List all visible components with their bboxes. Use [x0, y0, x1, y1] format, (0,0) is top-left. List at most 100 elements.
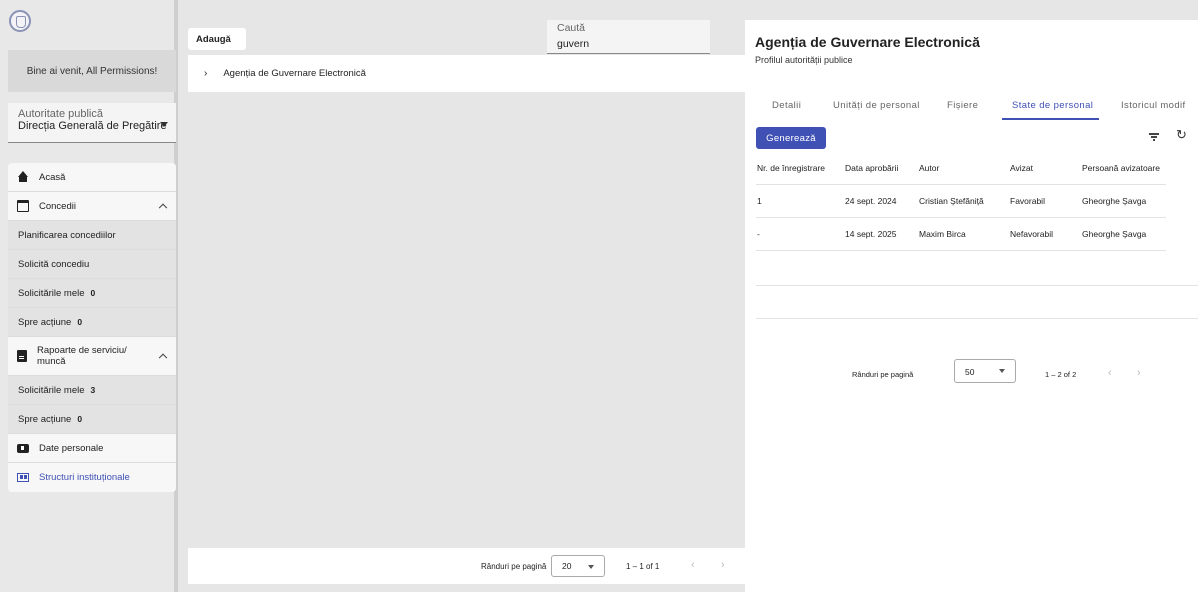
- chevron-left-icon[interactable]: ‹: [1108, 367, 1112, 379]
- tab-files[interactable]: Fișiere: [947, 100, 978, 111]
- table-cell: 14 sept. 2025: [845, 229, 897, 239]
- welcome-message: Bine ai venit, All Permissions!: [8, 50, 176, 92]
- page-range: 1 – 1 of 1: [626, 562, 660, 571]
- tab-personnel-units[interactable]: Unități de personal: [833, 100, 920, 111]
- search-input[interactable]: [557, 38, 697, 50]
- chevron-right-icon[interactable]: ›: [204, 68, 207, 79]
- count-badge: 3: [90, 385, 96, 395]
- tree-item-label: Agenția de Guvernare Electronică: [223, 68, 366, 79]
- app-root: Bine ai venit, All Permissions! Autorita…: [0, 0, 1198, 592]
- tree-item[interactable]: › Agenția de Guvernare Electronică: [188, 55, 745, 92]
- chevron-left-icon[interactable]: ‹: [691, 559, 695, 571]
- generate-button[interactable]: Generează: [756, 127, 826, 149]
- detail-panel: Agenția de Guvernare Electronică Profilu…: [745, 20, 1198, 592]
- id-card-icon: [17, 443, 29, 453]
- sidebar-item-label: Solicitările mele: [18, 384, 85, 396]
- count-badge: 0: [77, 317, 83, 327]
- table-row[interactable]: 1 24 sept. 2024 Cristian Ștefăniță Favor…: [756, 185, 1166, 218]
- table-header: Nr. de înregistrare Data aprobării Autor…: [756, 151, 1166, 185]
- table-cell: Gheorghe Șavga: [1082, 229, 1147, 239]
- org-structure-icon: [17, 473, 29, 482]
- sidebar-item-label: Planificarea concediilor: [18, 229, 116, 241]
- refresh-icon[interactable]: ↻: [1176, 128, 1188, 141]
- add-button[interactable]: Adaugă: [188, 28, 246, 50]
- chevron-right-icon[interactable]: ›: [1137, 367, 1141, 379]
- rows-per-page-value: 50: [965, 367, 975, 377]
- chevron-up-icon: [158, 203, 168, 213]
- table-empty-row: [756, 251, 1198, 286]
- filter-icon[interactable]: [1149, 133, 1159, 141]
- authority-select[interactable]: Autoritate publică Direcția Generală de …: [8, 103, 176, 143]
- sidebar-item-leave[interactable]: Concedii: [8, 192, 176, 221]
- table-cell: Gheorghe Șavga: [1082, 196, 1147, 206]
- sidebar-item-to-action[interactable]: Spre acțiune 0: [8, 308, 176, 337]
- chevron-right-icon[interactable]: ›: [721, 559, 725, 571]
- sidebar-item-home[interactable]: Acasă: [8, 163, 176, 192]
- sidebar-item-reports-my-requests[interactable]: Solicitările mele 3: [8, 376, 176, 405]
- tab-details[interactable]: Detalii: [772, 100, 801, 111]
- sidebar-item-label: Rapoarte de serviciu/ muncă: [37, 345, 127, 367]
- dropdown-arrow-icon: [160, 122, 168, 127]
- sidebar-item-label: Structuri instituționale: [39, 472, 130, 483]
- table-cell: Favorabil: [1010, 196, 1045, 206]
- active-tab-indicator: [1002, 118, 1099, 120]
- tab-change-history[interactable]: Istoricul modif: [1121, 100, 1186, 111]
- rows-per-page-label: Rânduri pe pagină: [852, 370, 914, 379]
- sidebar-item-structures[interactable]: Structuri instituționale: [8, 463, 176, 492]
- sidebar-item-label: Acasă: [39, 171, 66, 183]
- count-badge: 0: [77, 414, 83, 424]
- sidebar-item-label: Spre acțiune: [18, 413, 72, 425]
- search-field[interactable]: Caută: [547, 20, 710, 54]
- sidebar-item-label: Solicită concediu: [18, 258, 90, 270]
- sidebar-item-label: Date personale: [39, 442, 104, 454]
- sidebar-item-label: Spre acțiune: [18, 316, 72, 328]
- page-subtitle: Profilul autorității publice: [755, 55, 853, 65]
- table-empty-row: [756, 286, 1198, 319]
- table-cell: 24 sept. 2024: [845, 196, 897, 206]
- document-icon: [17, 350, 27, 362]
- dropdown-arrow-icon: [588, 565, 594, 569]
- sidebar-item-leave-request[interactable]: Solicită concediu: [8, 250, 176, 279]
- middle-toolbar: Adaugă Caută: [188, 20, 710, 54]
- column-header[interactable]: Persoană avizatoare: [1082, 163, 1160, 173]
- sidebar-item-label: Concedii: [39, 200, 76, 212]
- table-cell: Cristian Ștefăniță: [919, 196, 984, 206]
- table-cell: Nefavorabil: [1010, 229, 1053, 239]
- table-cell: 1: [757, 196, 762, 206]
- calendar-icon: [17, 200, 29, 212]
- sidebar-item-personal-data[interactable]: Date personale: [8, 434, 176, 463]
- table-cell: -: [757, 229, 760, 239]
- count-badge: 0: [90, 288, 96, 298]
- sidebar-item-label: Solicitările mele: [18, 287, 85, 299]
- staff-list-table: Nr. de înregistrare Data aprobării Autor…: [756, 151, 1166, 251]
- rows-per-page-value: 20: [562, 561, 572, 571]
- dropdown-arrow-icon: [999, 369, 1005, 373]
- tab-bar: Detalii Unități de personal Fișiere Stat…: [745, 92, 1198, 120]
- sidebar-item-reports-to-action[interactable]: Spre acțiune 0: [8, 405, 176, 434]
- middle-paginator: Rânduri pe pagină 20 1 – 1 of 1 ‹ ›: [188, 548, 745, 584]
- authority-label: Autoritate publică: [18, 108, 103, 120]
- logo-icon[interactable]: [9, 10, 31, 32]
- column-header[interactable]: Nr. de înregistrare: [757, 163, 825, 173]
- search-label: Caută: [557, 22, 586, 34]
- rows-per-page-label: Rânduri pe pagină: [481, 562, 547, 571]
- page-title: Agenția de Guvernare Electronică: [755, 34, 980, 50]
- sidebar: Bine ai venit, All Permissions! Autorita…: [0, 0, 178, 592]
- column-header[interactable]: Avizat: [1010, 163, 1033, 173]
- sidebar-menu: Acasă Concedii Planificarea concediilor …: [8, 163, 176, 492]
- sidebar-item-leave-planning[interactable]: Planificarea concediilor: [8, 221, 176, 250]
- table-cell: Maxim Birca: [919, 229, 966, 239]
- chevron-up-icon: [158, 353, 168, 363]
- home-icon: [17, 171, 29, 183]
- column-header[interactable]: Autor: [919, 163, 939, 173]
- rows-per-page-select[interactable]: 20: [551, 555, 605, 577]
- column-header[interactable]: Data aprobării: [845, 163, 898, 173]
- page-range: 1 – 2 of 2: [1045, 370, 1077, 379]
- sidebar-item-reports[interactable]: Rapoarte de serviciu/ muncă: [8, 337, 176, 376]
- rows-per-page-select[interactable]: 50: [954, 359, 1016, 383]
- tab-staff-lists[interactable]: State de personal: [1012, 100, 1093, 111]
- authority-value: Direcția Generală de Pregătire: [18, 120, 167, 132]
- table-row[interactable]: - 14 sept. 2025 Maxim Birca Nefavorabil …: [756, 218, 1166, 251]
- sidebar-item-my-requests[interactable]: Solicitările mele 0: [8, 279, 176, 308]
- table-paginator: Rânduri pe pagină 50 1 – 2 of 2 ‹ ›: [745, 355, 1198, 395]
